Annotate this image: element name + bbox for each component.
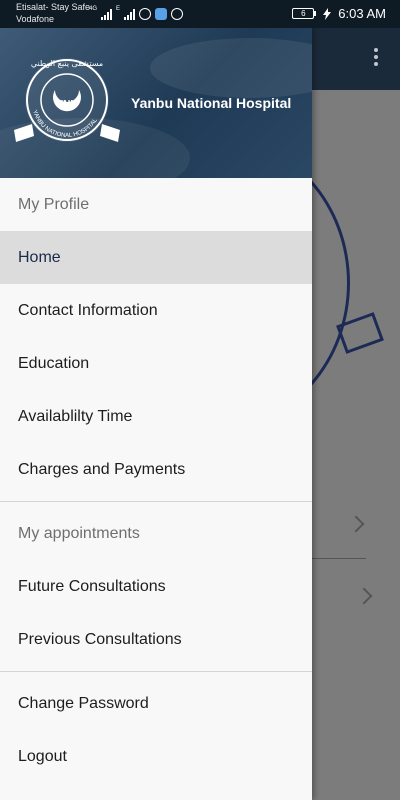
divider <box>0 501 312 502</box>
network-type-2: E <box>116 6 121 12</box>
status-time: 6:03 AM <box>338 6 386 21</box>
battery-level: 6 <box>292 8 315 19</box>
menu-item-home[interactable]: Home <box>0 231 312 284</box>
menu-item-education[interactable]: Education <box>0 337 312 390</box>
signal-bars-icon <box>124 9 136 20</box>
menu-item-charges-payments[interactable]: Charges and Payments <box>0 443 312 496</box>
status-bar: Etisalat- Stay Safe Vodafone 4G E 6 6:03… <box>0 0 400 28</box>
drawer-header: YNH YANBU NATIONAL HOSPITAL مستشفى ينبع … <box>0 28 312 178</box>
app-notification-icon <box>155 8 168 20</box>
carrier-primary: Etisalat- Stay Safe <box>16 2 91 12</box>
section-my-appointments: My appointments <box>18 525 140 542</box>
logo-arabic-text: مستشفى ينبع الوطني <box>31 59 103 68</box>
divider <box>0 671 312 672</box>
chevron-right-icon[interactable] <box>347 515 365 533</box>
navigation-drawer: YNH YANBU NATIONAL HOSPITAL مستشفى ينبع … <box>0 28 312 800</box>
hospital-name: Yanbu National Hospital <box>131 95 292 111</box>
signal-indicators: 4G E <box>89 6 184 20</box>
hotspot-icon <box>139 8 152 20</box>
menu-item-change-password[interactable]: Change Password <box>0 677 312 730</box>
overflow-menu-icon[interactable] <box>374 48 378 66</box>
charging-icon <box>323 7 332 20</box>
network-type-1: 4G <box>89 6 98 12</box>
menu-item-logout[interactable]: Logout <box>0 730 312 783</box>
nfc-icon <box>171 8 184 20</box>
menu-item-previous-consultations[interactable]: Previous Consultations <box>0 613 312 666</box>
carrier-secondary: Vodafone <box>16 14 55 24</box>
chevron-right-icon[interactable] <box>355 587 373 605</box>
logo-abbreviation: YNH <box>56 99 77 110</box>
battery-icon: 6 <box>292 8 317 19</box>
section-my-profile: My Profile <box>18 196 90 213</box>
menu-item-contact-information[interactable]: Contact Information <box>0 284 312 337</box>
hospital-logo: YNH YANBU NATIONAL HOSPITAL مستشفى ينبع … <box>14 58 120 142</box>
menu-item-availability-time[interactable]: Availablilty Time <box>0 390 312 443</box>
signal-bars-icon <box>101 9 113 20</box>
menu-item-future-consultations[interactable]: Future Consultations <box>0 560 312 613</box>
